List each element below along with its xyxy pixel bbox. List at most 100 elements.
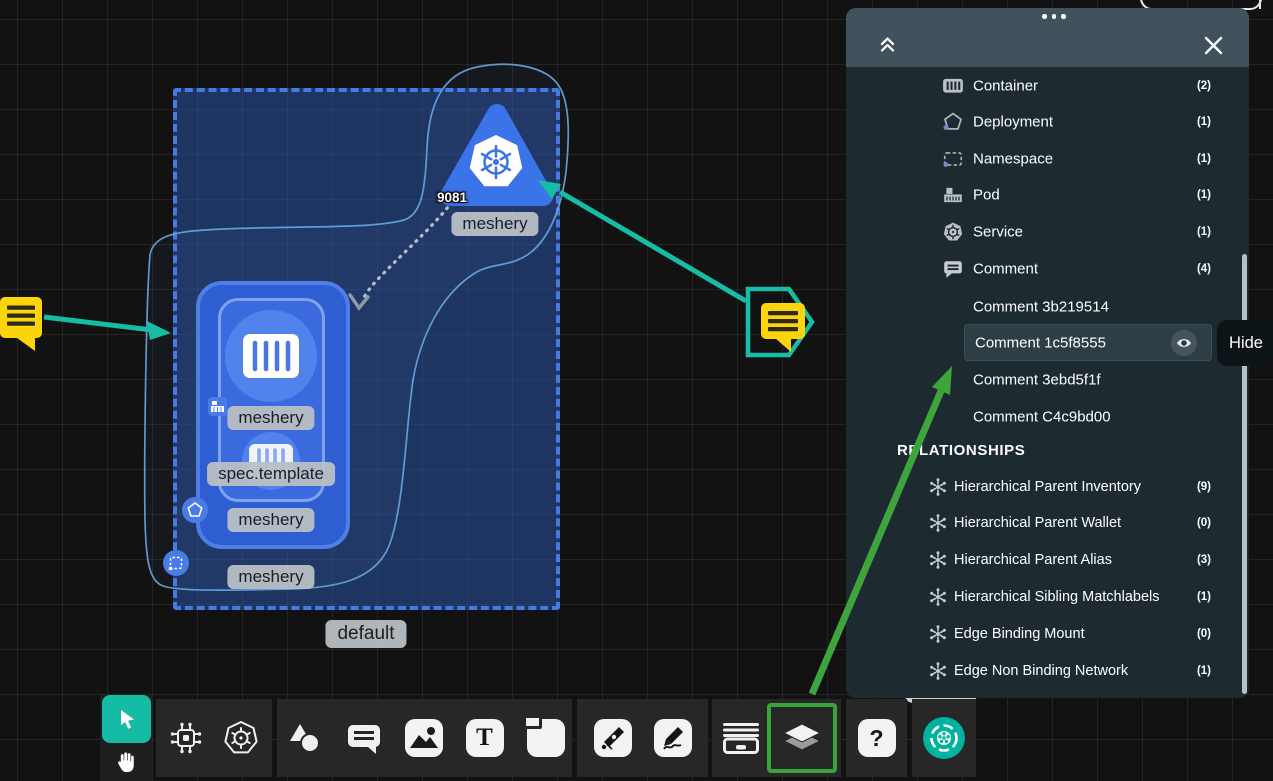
eye-icon — [1175, 334, 1193, 352]
drawer-icon — [723, 723, 759, 754]
toolbar-help-group: ? — [846, 699, 907, 777]
comment-node-right-selected[interactable] — [748, 289, 812, 355]
drawer-tool-button[interactable] — [723, 723, 759, 754]
comment-edge-right — [538, 180, 746, 301]
component-row[interactable]: Pod (1) — [846, 177, 1249, 213]
toolbar-draw-group — [577, 699, 708, 777]
component-label: Service — [973, 224, 1023, 241]
select-tool-button[interactable] — [102, 695, 151, 743]
relationship-count: (9) — [1197, 481, 1211, 493]
pan-tool-button[interactable] — [113, 749, 139, 777]
layers-tool-highlight[interactable] — [767, 703, 837, 773]
toolbar-node-group — [156, 699, 272, 777]
comment-item-label: Comment 1c5f8555 — [975, 334, 1106, 351]
comment-item-label: Comment 3b219514 — [973, 299, 1109, 316]
relationship-label: Hierarchical Parent Inventory — [954, 479, 1141, 495]
relationship-label: Hierarchical Parent Wallet — [954, 515, 1121, 531]
comment-node-left[interactable] — [0, 297, 42, 351]
comment-item-row[interactable]: Comment 3b219514 — [846, 289, 1249, 325]
component-count: (1) — [1197, 226, 1211, 238]
component-row[interactable]: Container (2) — [846, 68, 1249, 104]
pod-icon — [942, 184, 964, 206]
relationship-icon — [928, 624, 948, 644]
relationship-count: (0) — [1197, 628, 1211, 640]
comment-item-label: Comment 3ebd5f1f — [973, 372, 1101, 389]
relationship-count: (1) — [1197, 591, 1211, 603]
relationship-row[interactable]: Hierarchical Sibling Matchlabels (1) — [846, 579, 1249, 615]
relationship-label: Edge Non Binding Network — [954, 663, 1128, 679]
kanvas-design-canvas: meshery spec.template meshery meshery de… — [0, 0, 1273, 781]
component-row[interactable]: Namespace (1) — [846, 141, 1249, 177]
meshery-logo-icon — [924, 718, 964, 758]
component-row[interactable]: Deployment (1) — [846, 104, 1249, 140]
comment-item-label: Comment C4c9bd00 — [973, 409, 1111, 426]
comment-item-row[interactable]: Comment C4c9bd00 — [846, 399, 1249, 435]
component-label: Deployment — [973, 114, 1053, 131]
comment-icon — [942, 258, 964, 280]
pencil-icon — [659, 724, 687, 752]
component-count: (1) — [1197, 153, 1211, 165]
component-label: Pod — [973, 187, 1000, 204]
relationship-icon — [928, 587, 948, 607]
image-tool-button[interactable] — [405, 719, 443, 757]
design-tool-button[interactable] — [169, 721, 203, 755]
kubernetes-icon — [223, 720, 259, 756]
toolbar-select-group — [100, 695, 152, 781]
deployment-icon — [942, 111, 964, 133]
image-icon — [405, 719, 443, 757]
container-icon — [942, 75, 964, 97]
relationship-row[interactable]: Hierarchical Parent Wallet (0) — [846, 505, 1249, 541]
component-count: (1) — [1197, 116, 1211, 128]
component-count: (2) — [1197, 80, 1211, 92]
relationship-count: (3) — [1197, 554, 1211, 566]
service-icon — [942, 221, 964, 243]
relationship-row[interactable]: Hierarchical Parent Alias (3) — [846, 542, 1249, 578]
panel-menu-button[interactable] — [1042, 14, 1066, 19]
help-button[interactable]: ? — [858, 719, 896, 757]
component-label: Container — [973, 78, 1038, 95]
layers-icon — [780, 716, 824, 760]
relationships-section-title: RELATIONSHIPS — [897, 437, 1025, 465]
comment-edge-left — [44, 317, 171, 340]
pen-icon — [599, 724, 627, 752]
elements-panel: Container (2) Deployment (1) Namespace (… — [846, 8, 1249, 698]
kubernetes-tool-button[interactable] — [223, 720, 259, 756]
shapes-tool-button[interactable] — [285, 721, 323, 755]
pen-tool-button[interactable] — [594, 719, 632, 757]
frame-tool-button[interactable] — [527, 719, 565, 757]
meshery-logo-button[interactable] — [923, 717, 965, 759]
pencil-tool-button[interactable] — [654, 719, 692, 757]
relationship-icon — [928, 550, 948, 570]
comment-item-row[interactable]: Comment 3ebd5f1f — [846, 362, 1249, 398]
collapse-panel-button[interactable] — [876, 34, 899, 56]
component-row[interactable]: Service (1) — [846, 214, 1249, 250]
close-panel-button[interactable] — [1204, 36, 1223, 55]
namespace-icon — [942, 148, 964, 170]
component-row[interactable]: Comment (4) — [846, 251, 1249, 287]
comment-item-row-selected[interactable]: Comment 1c5f8555 — [964, 324, 1212, 361]
cursor-icon — [114, 706, 140, 732]
relationship-label: Hierarchical Sibling Matchlabels — [954, 589, 1160, 605]
component-count: (4) — [1197, 263, 1211, 275]
component-label: Namespace — [973, 151, 1053, 168]
comment-tool-icon — [346, 721, 382, 755]
hide-visibility-button[interactable] — [1171, 330, 1197, 356]
circuit-icon — [169, 721, 203, 755]
toolbar-view-group — [712, 699, 841, 777]
relationship-row[interactable]: Hierarchical Parent Inventory (9) — [846, 469, 1249, 505]
relationship-icon — [928, 477, 948, 497]
relationship-count: (1) — [1197, 665, 1211, 677]
close-icon — [1204, 36, 1223, 55]
relationship-label: Hierarchical Parent Alias — [954, 552, 1112, 568]
shapes-icon — [285, 721, 323, 755]
relationship-row[interactable]: Edge Binding Mount (0) — [846, 616, 1249, 652]
toolbar-meshery-group — [912, 699, 976, 777]
comment-tool-button[interactable] — [346, 721, 382, 755]
relationship-icon — [928, 661, 948, 681]
text-tool-button[interactable]: T — [466, 719, 504, 757]
hand-icon — [113, 749, 139, 777]
component-count: (1) — [1197, 189, 1211, 201]
hide-tooltip: Hide — [1217, 320, 1273, 366]
component-label: Comment — [973, 261, 1038, 278]
relationship-row[interactable]: Edge Non Binding Network (1) — [846, 653, 1249, 689]
